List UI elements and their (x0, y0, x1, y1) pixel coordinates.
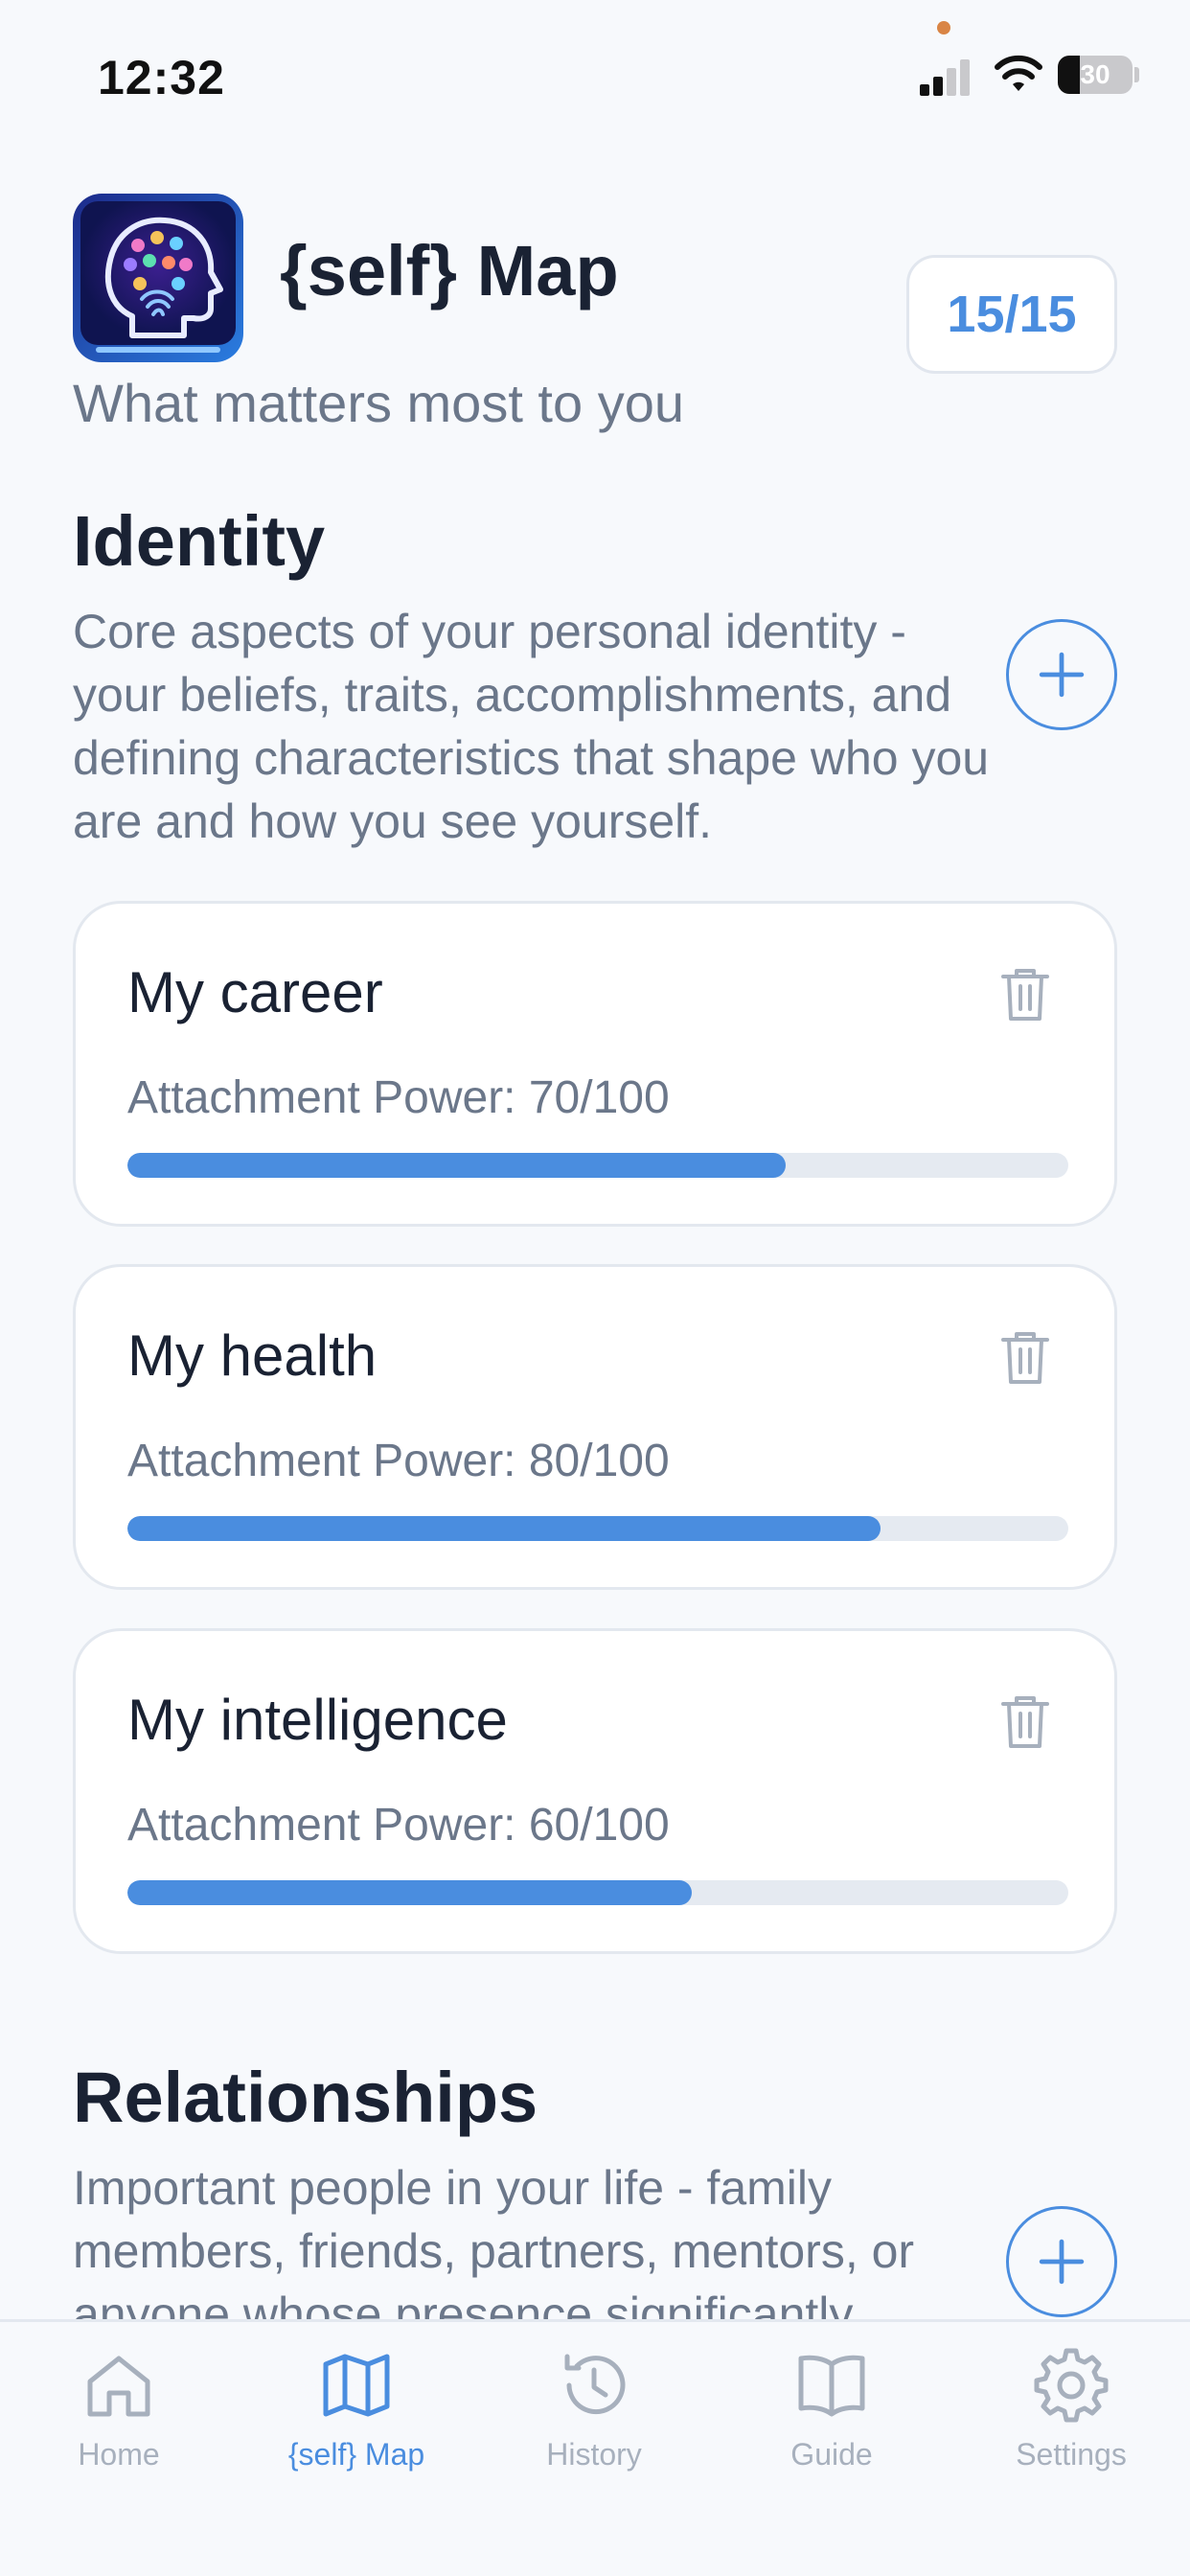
trash-icon[interactable] (999, 1692, 1051, 1750)
plus-icon (1039, 652, 1085, 698)
attachment-progress-fill (127, 1153, 787, 1178)
card-title: My health (127, 1323, 378, 1388)
trash-icon[interactable] (999, 1328, 1051, 1386)
page-title: {self} Map (280, 231, 619, 310)
home-icon (87, 2356, 150, 2417)
tab-label: Home (78, 2437, 160, 2472)
tab-home[interactable]: Home (0, 2347, 238, 2500)
attachment-power-label: Attachment Power: 60/100 (127, 1800, 670, 1851)
plus-icon (1039, 2239, 1085, 2285)
attachment-progress-fill (127, 1516, 881, 1541)
attachment-power-label: Attachment Power: 70/100 (127, 1072, 670, 1123)
attachment-progress-bar (127, 1516, 1068, 1541)
page-subtitle: What matters most to you (73, 373, 684, 433)
attachment-card-health[interactable]: My health Attachment Power: 80/100 (73, 1264, 1117, 1590)
tab-guide[interactable]: Guide (713, 2347, 950, 2500)
section-description-relationships: Important people in your life - family m… (73, 2161, 915, 2319)
tab-self-map[interactable]: {self} Map (238, 2347, 475, 2500)
wifi-icon (995, 55, 1042, 91)
history-icon (564, 2354, 626, 2415)
attachment-progress-fill (127, 1880, 693, 1905)
battery-icon: 30 (1058, 56, 1133, 94)
cellular-signal-icon (920, 56, 977, 96)
recording-indicator-dot (937, 21, 950, 34)
map-icon (323, 2354, 390, 2417)
screen: 12:32 30 {self} Map 15/15 What matters m… (0, 0, 1190, 2576)
capacity-counter-badge[interactable]: 15/15 (906, 255, 1117, 374)
attachment-card-intelligence[interactable]: My intelligence Attachment Power: 60/100 (73, 1628, 1117, 1954)
gear-icon (1034, 2348, 1109, 2423)
tab-label: Guide (790, 2437, 873, 2472)
section-description-identity: Core aspects of your personal identity -… (73, 605, 990, 848)
tab-settings[interactable]: Settings (952, 2347, 1190, 2500)
section-title-relationships: Relationships (73, 2058, 538, 2137)
trash-icon[interactable] (999, 965, 1051, 1023)
card-title: My career (127, 960, 383, 1024)
book-icon (798, 2355, 865, 2417)
add-relationship-button[interactable] (1006, 2206, 1117, 2317)
battery-nub (1134, 67, 1139, 82)
app-logo-icon (73, 194, 243, 362)
add-identity-button[interactable] (1006, 619, 1117, 730)
tab-label: Settings (1016, 2437, 1127, 2472)
section-title-identity: Identity (73, 501, 326, 581)
status-bar: 12:32 30 (0, 0, 1190, 144)
attachment-power-label: Attachment Power: 80/100 (127, 1436, 670, 1486)
attachment-progress-bar (127, 1880, 1068, 1905)
card-title: My intelligence (127, 1688, 508, 1752)
status-time: 12:32 (98, 51, 225, 104)
tab-label: History (546, 2437, 642, 2472)
attachment-progress-bar (127, 1153, 1068, 1178)
tab-label: {self} Map (287, 2437, 425, 2472)
battery-percentage: 30 (1080, 59, 1110, 89)
tab-history[interactable]: History (475, 2347, 713, 2500)
tab-bar: Home {self} Map History Guide Settings (0, 2319, 1190, 2576)
attachment-card-career[interactable]: My career Attachment Power: 70/100 (73, 901, 1117, 1227)
